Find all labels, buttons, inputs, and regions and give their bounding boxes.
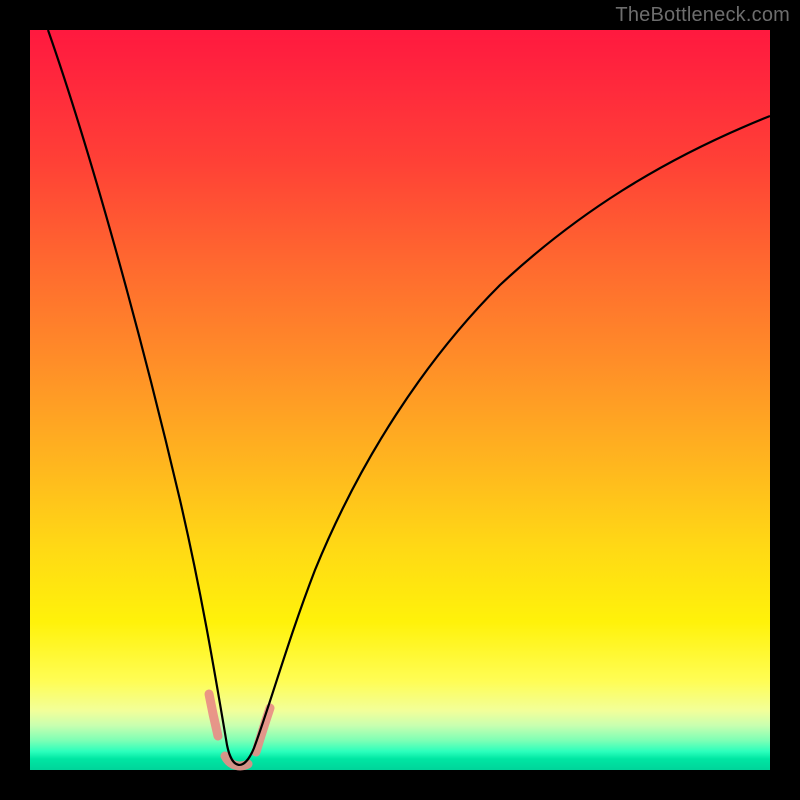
plot-area: [30, 30, 770, 770]
bottleneck-curve: [48, 30, 770, 765]
watermark-text: TheBottleneck.com: [615, 4, 790, 27]
bottleneck-curve-svg: [30, 30, 770, 770]
chart-frame: TheBottleneck.com: [0, 0, 800, 800]
